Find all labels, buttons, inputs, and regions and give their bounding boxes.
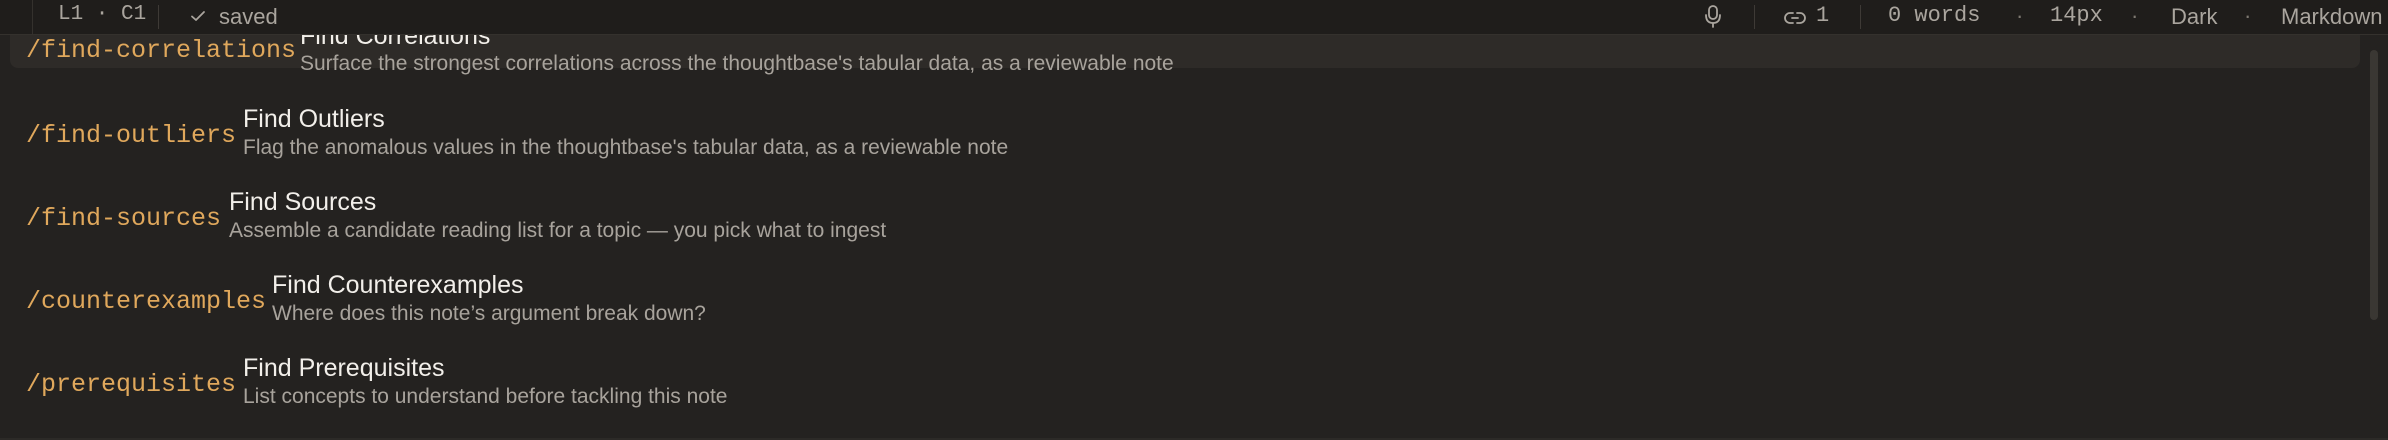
command-title: Find Counterexamples bbox=[272, 271, 524, 299]
command-description: Flag the anomalous values in the thought… bbox=[243, 136, 1009, 159]
word-count: 0 words bbox=[1888, 3, 1981, 28]
status-bar-divider bbox=[1860, 5, 1861, 29]
command-name: /find-correlations bbox=[26, 36, 297, 65]
separator-dot: · bbox=[2016, 3, 2024, 28]
command-item-find-sources[interactable]: /find-sources Find Sources Assemble a ca… bbox=[10, 182, 2360, 264]
command-title: Find Sources bbox=[229, 188, 377, 216]
save-status: saved bbox=[219, 4, 278, 29]
microphone-icon[interactable] bbox=[1702, 2, 1724, 30]
command-name: /find-outliers bbox=[26, 121, 237, 150]
command-description: Surface the strongest correlations acros… bbox=[300, 52, 1174, 75]
command-title: Find Prerequisites bbox=[243, 354, 445, 382]
command-name: /counterexamples bbox=[26, 287, 267, 316]
language-mode[interactable]: Markdown bbox=[2281, 4, 2382, 30]
slash-command-menu: /find-correlations Find Correlations Sur… bbox=[10, 0, 2360, 440]
separator-dot: · bbox=[2131, 3, 2139, 28]
status-bar-divider bbox=[32, 0, 33, 34]
command-item-counterexamples[interactable]: /counterexamples Find Counterexamples Wh… bbox=[10, 265, 2360, 347]
command-description: Where does this note’s argument break do… bbox=[272, 302, 706, 325]
theme-indicator[interactable]: Dark bbox=[2171, 4, 2217, 30]
command-description: List concepts to understand before tackl… bbox=[243, 385, 728, 408]
command-title: Find Outliers bbox=[243, 105, 385, 133]
command-description: Assemble a candidate reading list for a … bbox=[229, 219, 887, 242]
link-icon[interactable] bbox=[1784, 2, 1806, 36]
font-size-indicator[interactable]: 14px bbox=[2050, 3, 2103, 28]
backlinks-count[interactable]: 1 bbox=[1816, 3, 1829, 28]
command-item-find-outliers[interactable]: /find-outliers Find Outliers Flag the an… bbox=[10, 99, 2360, 181]
status-bar: L1 · C1 saved 1 0 words · 14px · Dark · … bbox=[0, 0, 2388, 35]
command-name: /prerequisites bbox=[26, 370, 237, 399]
status-bar-divider bbox=[1754, 5, 1755, 29]
command-item-prerequisites[interactable]: /prerequisites Find Prerequisites List c… bbox=[10, 348, 2360, 430]
cursor-position[interactable]: L1 · C1 bbox=[58, 3, 146, 26]
command-name: /find-sources bbox=[26, 204, 222, 233]
editor-window: /find-correlations Find Correlations Sur… bbox=[0, 0, 2388, 440]
command-menu-scrollbar[interactable] bbox=[2370, 50, 2378, 320]
separator-dot: · bbox=[2244, 3, 2252, 28]
status-bar-divider bbox=[158, 5, 159, 29]
checkmark-icon bbox=[190, 3, 206, 30]
